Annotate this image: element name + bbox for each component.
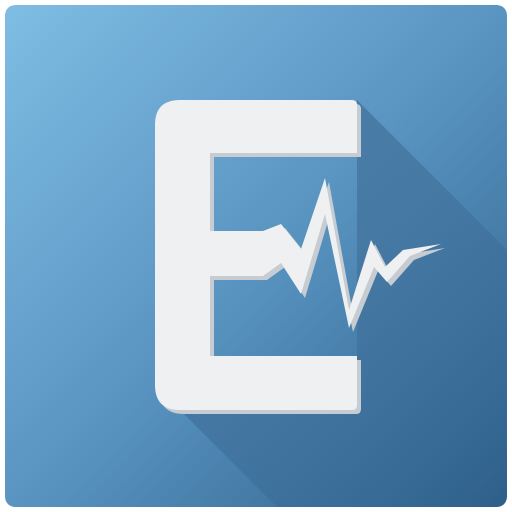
- app-icon[interactable]: [5, 5, 507, 507]
- canvas: [0, 0, 512, 512]
- app-icon-graphic: [5, 5, 507, 507]
